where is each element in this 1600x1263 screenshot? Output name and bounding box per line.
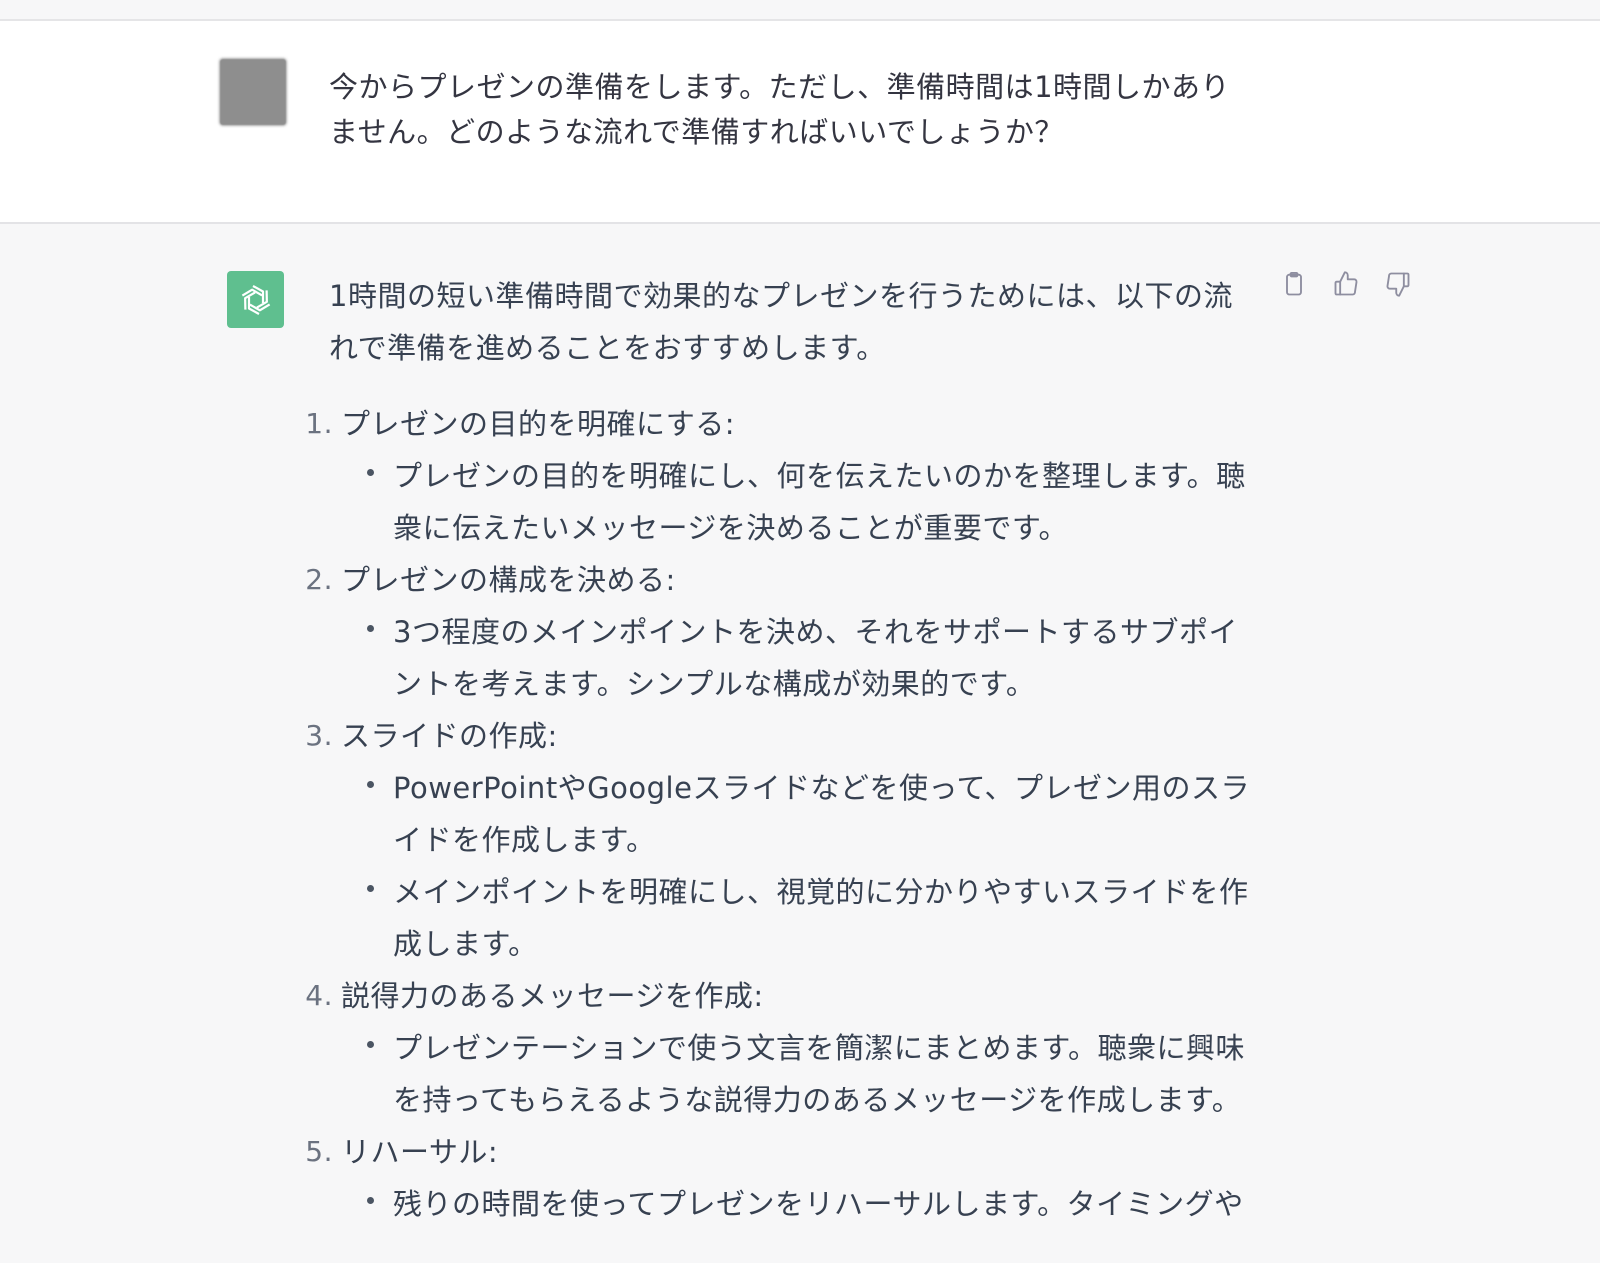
- clipboard-icon: [1286, 271, 1302, 296]
- bullet-list: プレゼンの目的を明確にし、何を伝えたいのかを整理します。聴衆に伝えたいメッセージ…: [341, 450, 1254, 554]
- copy-button[interactable]: [1278, 268, 1310, 300]
- assistant-intro: 1時間の短い準備時間で効果的なプレゼンを行うためには、以下の流れで準備を進めるこ…: [329, 279, 1233, 365]
- steps-list: 1. プレゼンの目的を明確にする: プレゼンの目的を明確にし、何を伝えたいのかを…: [305, 398, 1254, 1230]
- list-item: 1. プレゼンの目的を明確にする: プレゼンの目的を明確にし、何を伝えたいのかを…: [305, 398, 1254, 554]
- bullet-list: 3つ程度のメインポイントを決め、それをサポートするサブポイントを考えます。シンプ…: [341, 606, 1254, 710]
- message-actions: [1278, 268, 1414, 300]
- bullet-list: プレゼンテーションで使う文言を簡潔にまとめます。聴衆に興味を持ってもらえるような…: [341, 1022, 1254, 1126]
- list-item: 3. スライドの作成: PowerPointやGoogleスライドなどを使って、…: [305, 710, 1254, 970]
- step-number: 5.: [305, 1135, 333, 1168]
- step-title: プレゼンの構成を決める:: [341, 563, 676, 597]
- bullet-list: 残りの時間を使ってプレゼンをリハーサルします。タイミングや: [341, 1178, 1254, 1230]
- step-number: 2.: [305, 563, 333, 596]
- user-message-text: 今からプレゼンの準備をします。ただし、準備時間は1時間しかありません。どのような…: [329, 70, 1231, 149]
- bullet-item: プレゼンテーションで使う文言を簡潔にまとめます。聴衆に興味を持ってもらえるような…: [341, 1022, 1254, 1126]
- step-title: プレゼンの目的を明確にする:: [341, 407, 736, 441]
- thumbs-down-icon: [1386, 272, 1410, 297]
- list-item: 2. プレゼンの構成を決める: 3つ程度のメインポイントを決め、それをサポートす…: [305, 554, 1254, 710]
- step-number: 3.: [305, 719, 333, 752]
- list-item: 4. 説得力のあるメッセージを作成: プレゼンテーションで使う文言を簡潔にまとめ…: [305, 970, 1254, 1126]
- bullet-item: メインポイントを明確にし、視覚的に分かりやすいスライドを作成します。: [341, 866, 1254, 970]
- thumbs-up-button[interactable]: [1330, 268, 1362, 300]
- top-divider-strip: [0, 0, 1600, 21]
- thumbs-up-icon: [1334, 271, 1358, 296]
- assistant-message-row: 1時間の短い準備時間で効果的なプレゼンを行うためには、以下の流れで準備を進めるこ…: [0, 224, 1600, 1263]
- step-title: 説得力のあるメッセージを作成:: [341, 979, 764, 1013]
- thumbs-down-button[interactable]: [1382, 268, 1414, 300]
- bullet-item: プレゼンの目的を明確にし、何を伝えたいのかを整理します。聴衆に伝えたいメッセージ…: [341, 450, 1254, 554]
- step-number: 1.: [305, 407, 333, 440]
- step-number: 4.: [305, 979, 333, 1012]
- user-avatar: [220, 59, 286, 125]
- bullet-item: PowerPointやGoogleスライドなどを使って、プレゼン用のスライドを作…: [341, 762, 1254, 866]
- step-title: スライドの作成:: [341, 719, 558, 753]
- bullet-item: 3つ程度のメインポイントを決め、それをサポートするサブポイントを考えます。シンプ…: [341, 606, 1254, 710]
- assistant-message-content: 1時間の短い準備時間で効果的なプレゼンを行うためには、以下の流れで準備を進めるこ…: [305, 270, 1254, 1230]
- chatgpt-logo-icon: [227, 271, 284, 328]
- user-message-row: 今からプレゼンの準備をします。ただし、準備時間は1時間しかありません。どのような…: [0, 21, 1600, 224]
- step-title: リハーサル:: [341, 1135, 499, 1169]
- list-item: 5. リハーサル: 残りの時間を使ってプレゼンをリハーサルします。タイミングや: [305, 1126, 1254, 1230]
- bullet-item: 残りの時間を使ってプレゼンをリハーサルします。タイミングや: [341, 1178, 1254, 1230]
- bullet-list: PowerPointやGoogleスライドなどを使って、プレゼン用のスライドを作…: [341, 762, 1254, 970]
